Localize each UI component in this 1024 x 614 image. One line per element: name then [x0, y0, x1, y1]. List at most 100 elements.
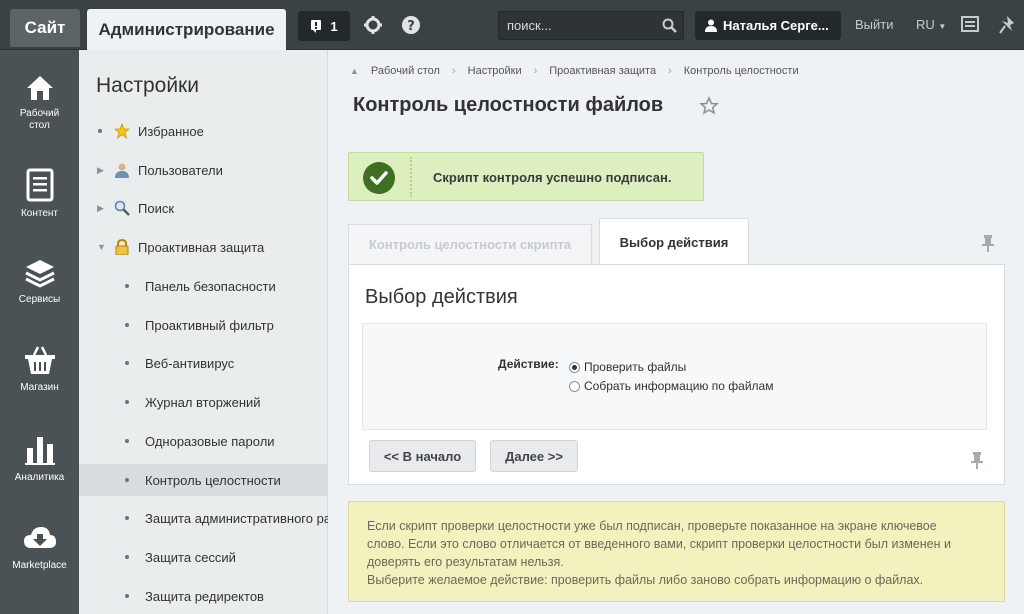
settings-item-proactive[interactable]: ▼ Проактивная защита	[79, 231, 328, 263]
back-to-start-button[interactable]: << В начало	[369, 440, 476, 472]
note-line: Выберите желаемое действие: проверить фа…	[367, 573, 924, 587]
settings-item-search[interactable]: ▶ Поиск	[79, 192, 328, 224]
bullet	[125, 439, 129, 443]
favorite-star-icon[interactable]	[699, 96, 719, 116]
settings-item-label: Контроль целостности	[145, 472, 281, 488]
divider	[410, 157, 412, 197]
settings-item-label: Одноразовые пароли	[145, 433, 275, 449]
magnifier-icon	[114, 200, 130, 216]
breadcrumb-item[interactable]: Рабочий стол	[371, 65, 440, 77]
settings-item-label: Веб-антивирус	[145, 355, 235, 371]
settings-item-label: Панель безопасности	[145, 278, 276, 294]
nav-shop[interactable]: Магазин	[0, 346, 79, 394]
option-check-files[interactable]: Проверить файлы	[569, 360, 686, 374]
bullet	[125, 284, 129, 288]
success-text: Скрипт контроля успешно подписан.	[433, 170, 672, 185]
top-bar: Сайт Администрирование 1 ? поиск... Ната…	[0, 0, 1024, 50]
breadcrumb-up-icon[interactable]: ▲	[350, 66, 359, 76]
document-icon	[26, 168, 53, 202]
action-panel: Выбор действия Действие: Проверить файлы…	[348, 264, 1005, 485]
bullet	[125, 400, 129, 404]
user-menu[interactable]: Наталья Серге...	[695, 11, 841, 40]
settings-item-session-protection[interactable]: Защита сессий	[79, 541, 328, 573]
basket-icon	[24, 346, 55, 374]
settings-item-label: Проактивная защита	[138, 239, 265, 255]
nav-marketplace[interactable]: Marketplace	[0, 524, 79, 572]
settings-item-label: Защита административного раздела	[145, 510, 328, 526]
expand-arrow-icon[interactable]: ▶	[97, 165, 104, 176]
bullet	[125, 323, 129, 327]
settings-item-admin-protection[interactable]: Защита административного раздела	[79, 502, 328, 534]
settings-item-users[interactable]: ▶ Пользователи	[79, 154, 328, 186]
admin-tab[interactable]: Администрирование	[87, 9, 286, 50]
nav-label: Marketplace	[12, 560, 67, 571]
next-button[interactable]: Далее >>	[490, 440, 578, 472]
settings-item-label: Проактивный фильтр	[145, 317, 274, 333]
search-icon[interactable]	[662, 18, 677, 33]
check-circle-icon	[363, 162, 395, 194]
bullet	[125, 478, 129, 482]
nav-content[interactable]: Контент	[0, 168, 79, 220]
language-value: RU	[916, 17, 935, 32]
tab-select-action[interactable]: Выбор действия	[599, 218, 749, 265]
settings-item-security-panel[interactable]: Панель безопасности	[79, 270, 328, 302]
settings-item-redirect-protection[interactable]: Защита редиректов	[79, 580, 328, 612]
action-form: Действие: Проверить файлы Собрать информ…	[362, 323, 987, 430]
settings-item-intrusion-log[interactable]: Журнал вторжений	[79, 386, 328, 418]
nav-desktop[interactable]: Рабочий стол	[0, 74, 79, 132]
pin-icon[interactable]	[998, 15, 1016, 35]
breadcrumb-item[interactable]: Контроль целостности	[684, 65, 799, 77]
page-title: Контроль целостности файлов	[353, 94, 664, 116]
settings-title: Настройки	[96, 74, 199, 97]
tab-script-integrity[interactable]: Контроль целостности скрипта	[348, 224, 592, 264]
settings-item-integrity[interactable]: Контроль целостности	[79, 464, 328, 496]
logout-link[interactable]: Выйти	[855, 17, 894, 32]
settings-item-proactive-filter[interactable]: Проактивный фильтр	[79, 309, 328, 341]
radio-button[interactable]	[569, 380, 580, 392]
nav-services[interactable]: Сервисы	[0, 258, 79, 306]
action-label: Действие:	[498, 357, 559, 371]
chevron-right-icon: ›	[533, 65, 538, 77]
user-icon	[705, 19, 717, 32]
nav-label: Аналитика	[14, 472, 65, 483]
bullet	[125, 361, 129, 365]
breadcrumb-item[interactable]: Настройки	[468, 65, 522, 77]
note-line: доверять его результатам нельзя.	[367, 555, 564, 569]
collapse-arrow-icon[interactable]: ▼	[97, 242, 106, 252]
nav-analytics[interactable]: Аналитика	[0, 434, 79, 484]
search-input[interactable]: поиск...	[498, 11, 684, 40]
layers-icon	[24, 260, 55, 288]
chevron-down-icon: ▼	[938, 22, 947, 31]
radio-button-selected[interactable]	[569, 361, 580, 373]
breadcrumb-item[interactable]: Проактивная защита	[549, 65, 656, 77]
pin-icon[interactable]	[981, 234, 995, 252]
settings-item-favorites[interactable]: Избранное	[79, 115, 328, 147]
settings-item-label: Пользователи	[138, 162, 223, 178]
settings-item-otp[interactable]: Одноразовые пароли	[79, 425, 328, 457]
option-collect-info[interactable]: Собрать информацию по файлам	[569, 379, 773, 393]
language-selector[interactable]: RU ▼	[916, 17, 946, 32]
note-line: Если скрипт проверки целостности уже был…	[367, 519, 937, 533]
pin-icon[interactable]	[970, 451, 984, 469]
notifications-button[interactable]: 1	[298, 11, 350, 41]
nav-label: Магазин	[20, 382, 59, 393]
keyboard-icon[interactable]	[961, 16, 979, 32]
settings-item-label: Защита сессий	[145, 549, 236, 565]
nav-label: стол	[29, 120, 50, 131]
lock-icon	[115, 239, 129, 255]
site-tab[interactable]: Сайт	[10, 9, 80, 47]
gear-icon[interactable]	[362, 14, 384, 36]
bullet	[125, 555, 129, 559]
help-icon[interactable]: ?	[400, 14, 422, 36]
main-nav: Рабочий стол Контент Сервисы Магазин Ана…	[0, 50, 79, 614]
expand-arrow-icon[interactable]: ▶	[97, 203, 104, 214]
chevron-right-icon: ›	[668, 65, 672, 77]
success-message: Скрипт контроля успешно подписан.	[348, 152, 704, 201]
option-label: Собрать информацию по файлам	[584, 379, 774, 393]
svg-text:?: ?	[407, 19, 415, 34]
chevron-right-icon: ›	[451, 65, 456, 77]
nav-label: Контент	[20, 208, 59, 219]
notification-icon	[311, 20, 322, 33]
settings-item-antivirus[interactable]: Веб-антивирус	[79, 347, 328, 379]
bullet	[98, 129, 102, 133]
